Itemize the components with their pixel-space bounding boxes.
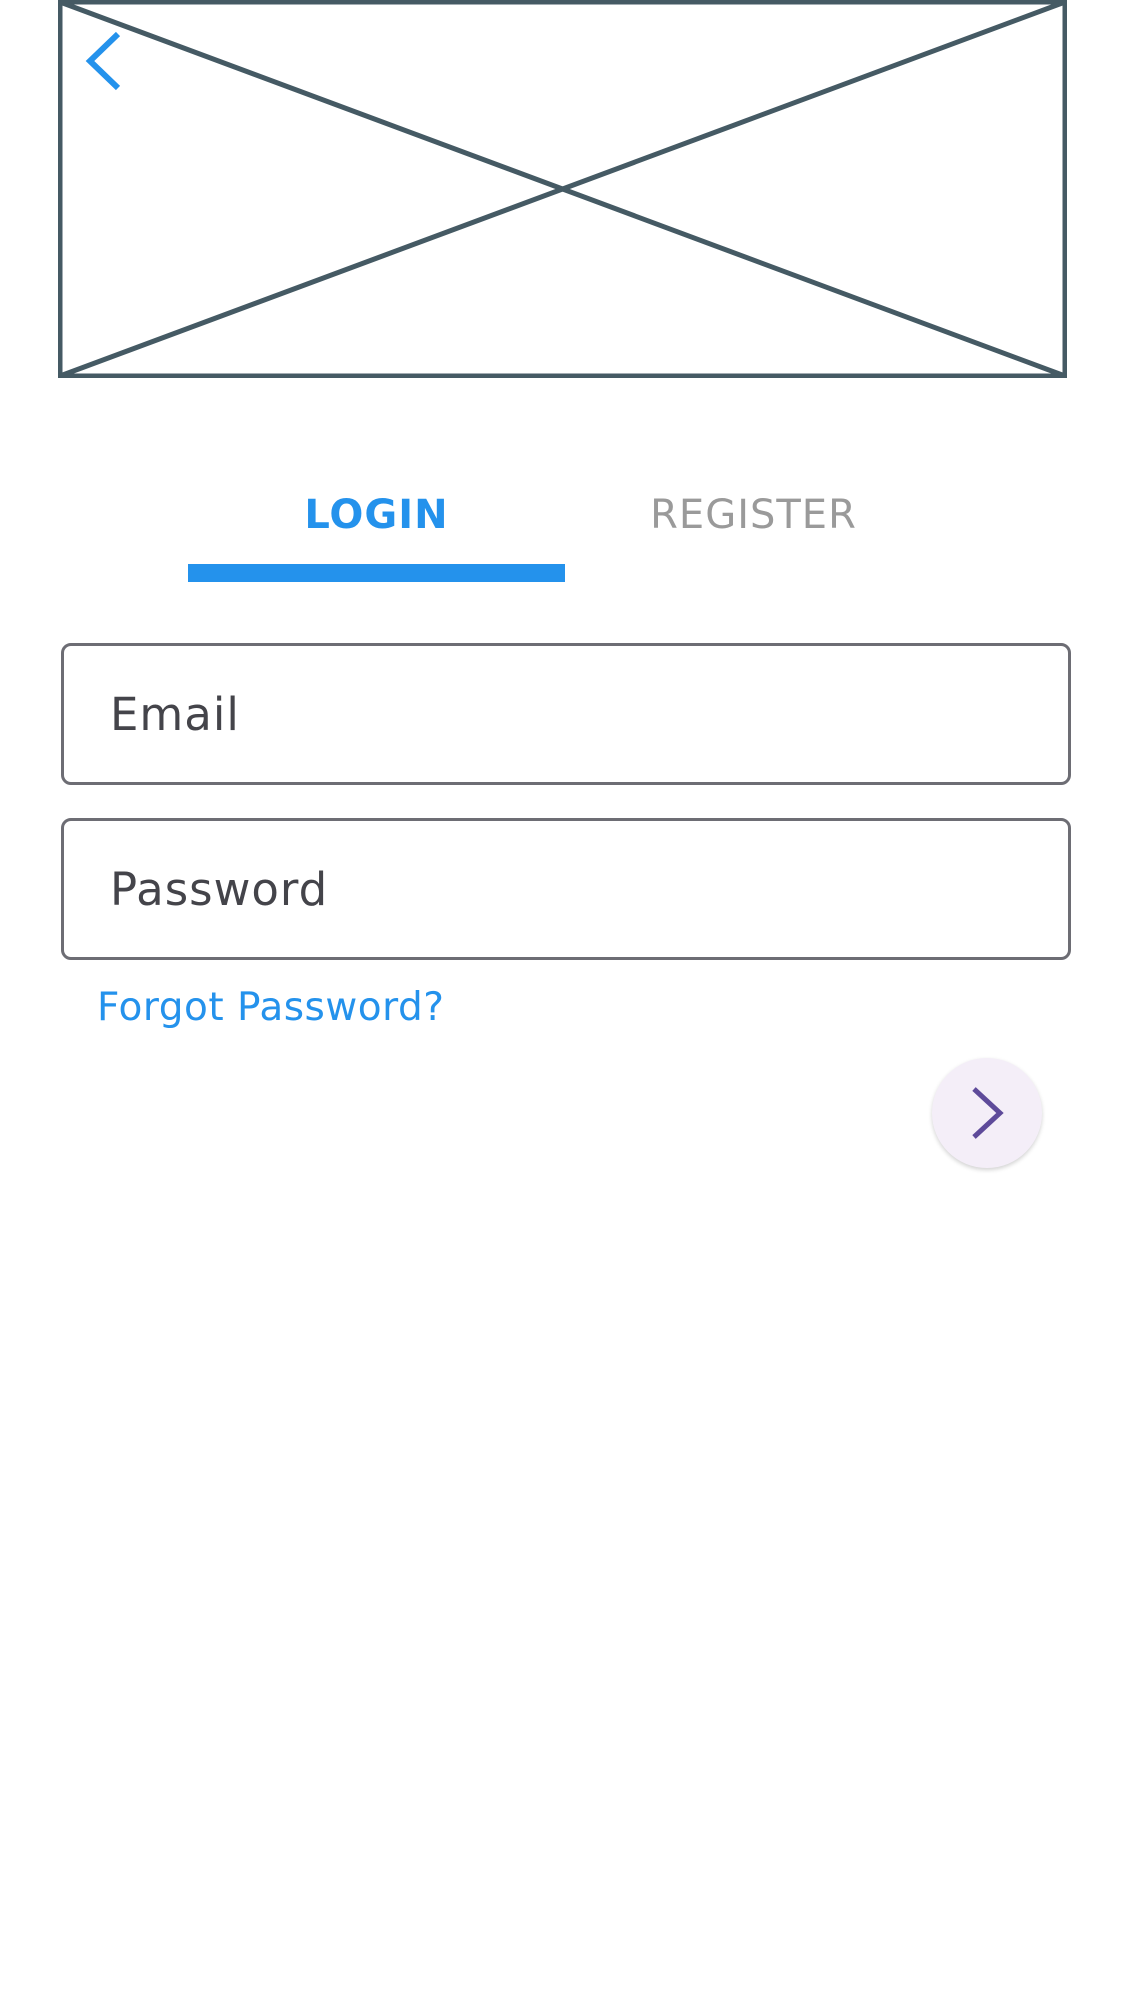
auth-tabs: LOGIN REGISTER: [188, 470, 942, 582]
forgot-password-link[interactable]: Forgot Password?: [97, 985, 444, 1030]
email-field-container: [61, 643, 1071, 785]
tab-register[interactable]: REGISTER: [565, 470, 942, 582]
image-placeholder-icon: [58, 0, 1067, 378]
chevron-right-icon: [972, 1087, 1004, 1139]
hero-image-placeholder: [58, 0, 1067, 378]
chevron-left-icon: [85, 31, 121, 91]
tab-login-label: LOGIN: [304, 492, 449, 538]
password-field-container: [61, 818, 1071, 960]
password-input[interactable]: [110, 821, 1010, 957]
tab-register-label: REGISTER: [650, 492, 857, 538]
email-input[interactable]: [110, 646, 1010, 782]
active-tab-indicator: [188, 564, 565, 582]
submit-button[interactable]: [932, 1058, 1042, 1168]
back-button[interactable]: [76, 26, 132, 96]
